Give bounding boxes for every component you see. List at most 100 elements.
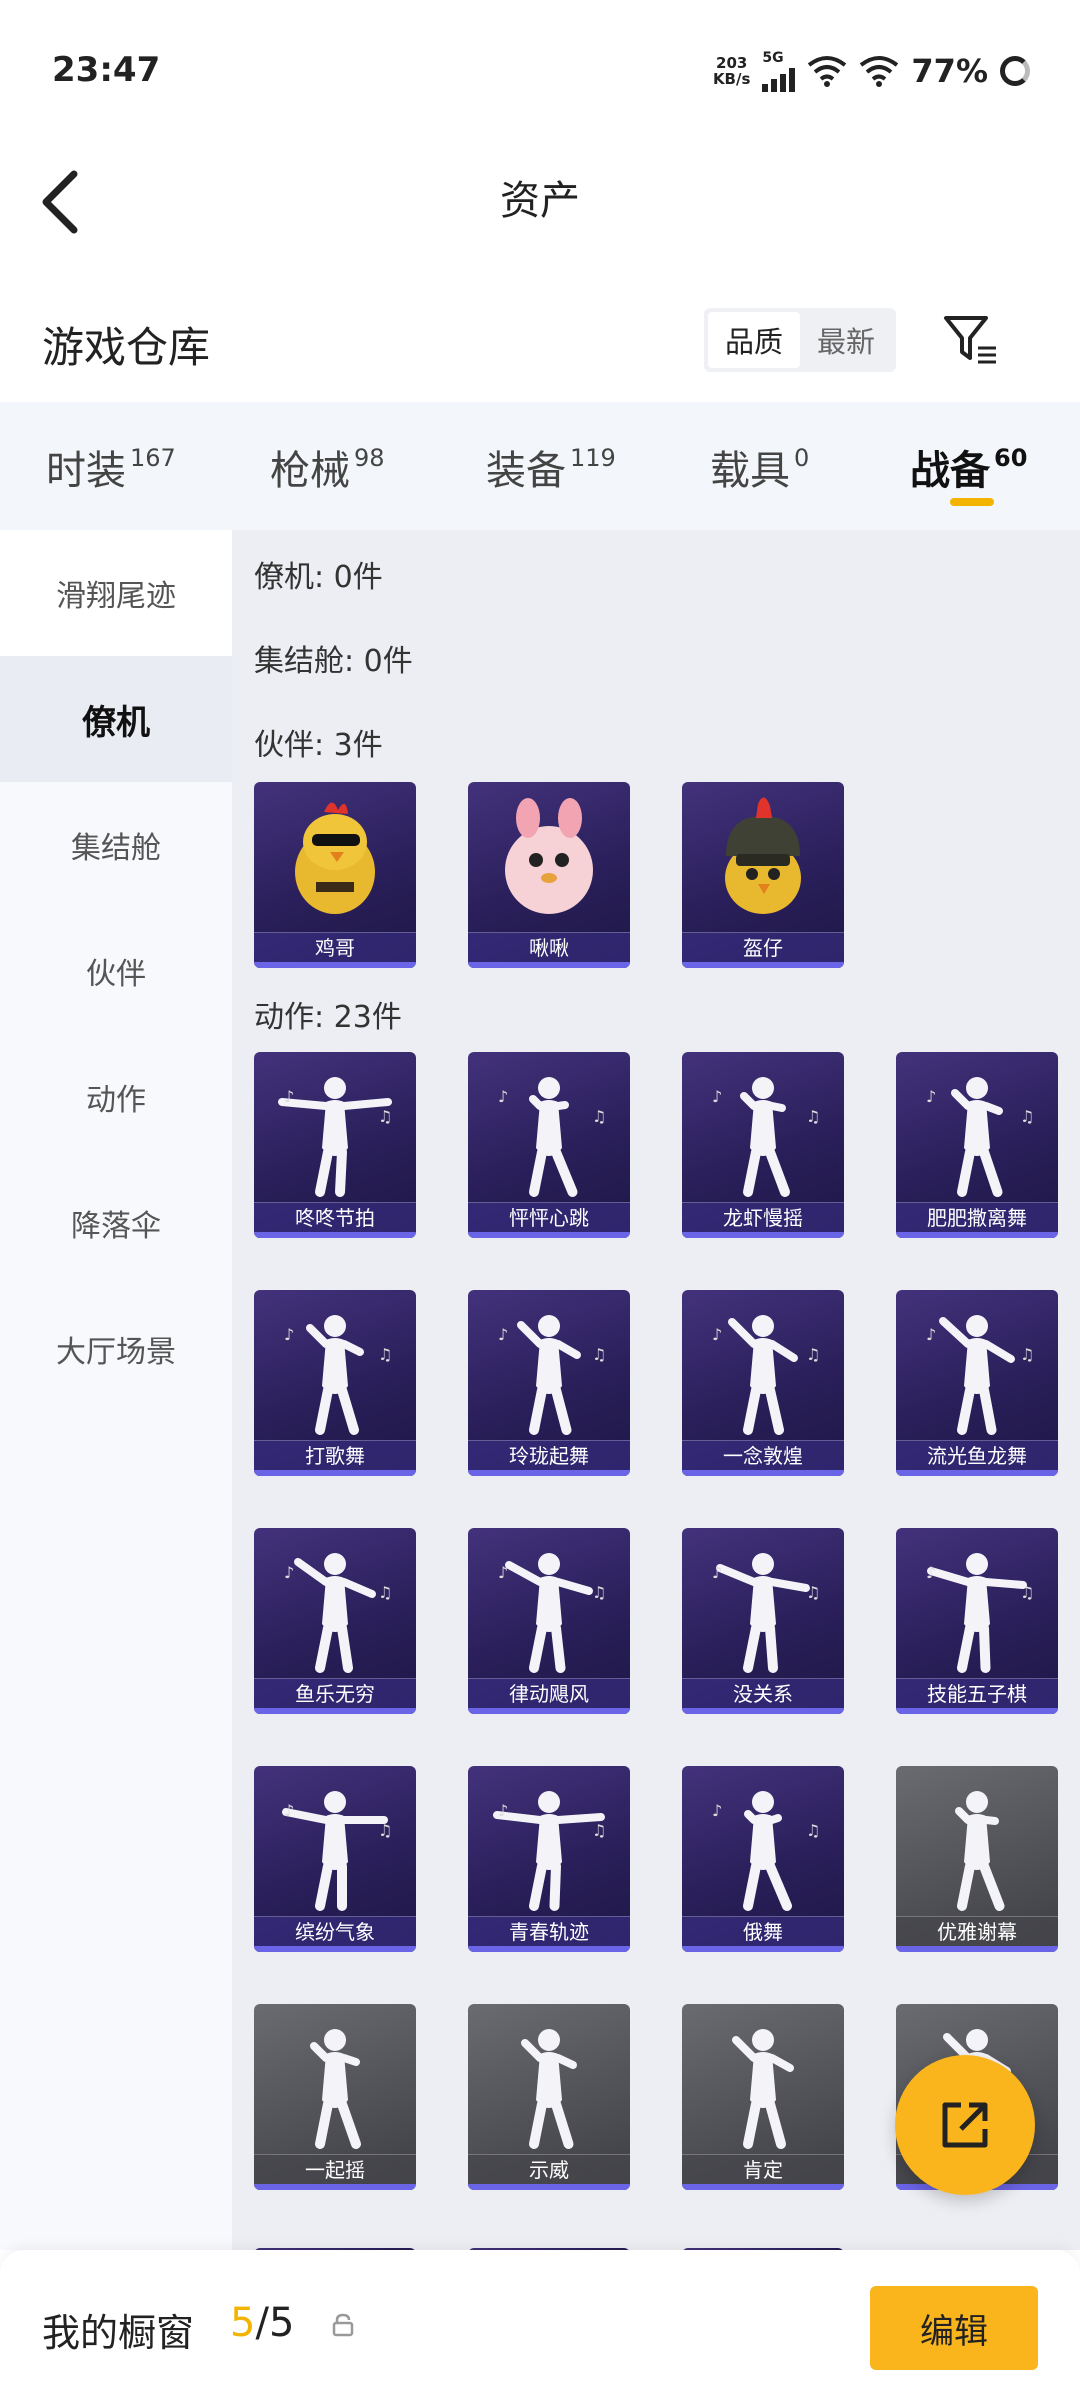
- svg-text:♪: ♪: [926, 1563, 936, 1582]
- svg-text:♫: ♫: [592, 1583, 606, 1602]
- sidebar-item-companion[interactable]: 伙伴: [0, 908, 232, 1034]
- svg-text:♫: ♫: [806, 1107, 820, 1126]
- emote-card[interactable]: 示威: [468, 2004, 630, 2190]
- sort-toggle: 品质 最新: [704, 308, 896, 372]
- tab-count: 0: [794, 443, 810, 472]
- tab-label: 装备: [486, 448, 566, 494]
- svg-text:♫: ♫: [592, 1821, 606, 1840]
- emote-card[interactable]: ♪ ♫ 青春轨迹: [468, 1766, 630, 1952]
- svg-text:♫: ♫: [378, 1345, 392, 1364]
- signal-bars-icon: [762, 66, 796, 92]
- svg-text:♪: ♪: [498, 1801, 508, 1820]
- companion-card[interactable]: 啾啾: [468, 782, 630, 968]
- share-external-icon: [942, 2102, 988, 2148]
- sidebar-item-emote[interactable]: 动作: [0, 1034, 232, 1160]
- tab-count: 167: [130, 443, 176, 472]
- net-speed-value: 203: [716, 54, 748, 72]
- emote-card[interactable]: ♪ ♫ 一念敦煌: [682, 1290, 844, 1476]
- battery-percent: 77%: [911, 52, 988, 90]
- emote-name: 示威: [468, 2154, 630, 2184]
- svg-text:♫: ♫: [1020, 1345, 1034, 1364]
- section-wingman-count: 僚机: 0件: [254, 560, 383, 595]
- status-time: 23:47: [52, 50, 161, 90]
- companion-name: 鸡哥: [254, 932, 416, 962]
- showcase-count-current: 5: [230, 2300, 256, 2346]
- net-speed-unit: KB/s: [712, 70, 751, 88]
- emote-card[interactable]: 优雅谢幕: [896, 1766, 1058, 1952]
- emote-card[interactable]: ♪ ♫ 龙虾慢摇: [682, 1052, 844, 1238]
- sort-newest-button[interactable]: 最新: [800, 312, 892, 368]
- companion-card[interactable]: 盔仔: [682, 782, 844, 968]
- companion-card[interactable]: 鸡哥: [254, 782, 416, 968]
- svg-text:♪: ♪: [498, 1563, 508, 1582]
- svg-text:♪: ♪: [926, 1087, 936, 1106]
- network-type: 5G: [762, 50, 784, 66]
- tab-vehicles[interactable]: 载具 0: [710, 438, 809, 496]
- emote-card[interactable]: ♪ ♫ 怦怦心跳: [468, 1052, 630, 1238]
- svg-text:♪: ♪: [284, 1087, 294, 1106]
- filter-icon[interactable]: [940, 310, 1000, 370]
- emote-name: 一念敦煌: [682, 1440, 844, 1470]
- emote-card[interactable]: ♪ ♫ 咚咚节拍: [254, 1052, 416, 1238]
- showcase-label: 我的橱窗: [42, 2311, 195, 2355]
- lock-icon: [332, 2313, 354, 2337]
- dancer-figure-icon: ♪♫: [712, 1553, 820, 1673]
- emote-card[interactable]: ♪ ♫ 没关系: [682, 1528, 844, 1714]
- emote-card[interactable]: 肯定: [682, 2004, 844, 2190]
- dancer-figure-icon: ♪♫: [498, 1077, 606, 1197]
- svg-text:♫: ♫: [592, 1345, 606, 1364]
- sidebar-item-lobby-scene[interactable]: 大厅场景: [0, 1286, 232, 1412]
- emote-name: 优雅谢幕: [896, 1916, 1058, 1946]
- edit-button[interactable]: 编辑: [870, 2286, 1038, 2370]
- tab-count: 98: [354, 443, 385, 472]
- dancer-figure-icon: ♪♫: [926, 1077, 1034, 1197]
- svg-text:♪: ♪: [926, 1325, 936, 1344]
- sort-quality-button[interactable]: 品质: [708, 312, 800, 368]
- section-companion-count: 伙伴: 3件: [254, 728, 383, 763]
- emote-name: 鱼乐无穷: [254, 1678, 416, 1708]
- emote-name: 打歌舞: [254, 1440, 416, 1470]
- tab-guns[interactable]: 枪械 98: [270, 438, 385, 496]
- emote-card[interactable]: ♪ ♫ 打歌舞: [254, 1290, 416, 1476]
- tab-combat-gear[interactable]: 战备 60: [910, 438, 1027, 496]
- dancer-figure-icon: ♪♫: [712, 1791, 820, 1911]
- share-float-button[interactable]: [895, 2055, 1035, 2195]
- emote-card[interactable]: ♪ ♫ 流光鱼龙舞: [896, 1290, 1058, 1476]
- status-bar: 23:47 203 KB/s 5G 77%: [0, 0, 1080, 140]
- svg-text:♫: ♫: [592, 1107, 606, 1126]
- dancer-figure-icon: ♪♫: [926, 1553, 1034, 1673]
- emote-card[interactable]: ♪ ♫ 缤纷气象: [254, 1766, 416, 1952]
- svg-text:♪: ♪: [284, 1325, 294, 1344]
- emote-card[interactable]: ♪ ♫ 俄舞: [682, 1766, 844, 1952]
- wifi-icon-2: [860, 56, 899, 87]
- showcase-count: 5/5: [230, 2300, 294, 2346]
- emote-name: 没关系: [682, 1678, 844, 1708]
- emote-card[interactable]: ♪ ♫ 律动飓风: [468, 1528, 630, 1714]
- emote-card[interactable]: ♪ ♫ 鱼乐无穷: [254, 1528, 416, 1714]
- emote-name: 流光鱼龙舞: [896, 1440, 1058, 1470]
- dancer-figure-icon: [521, 2029, 577, 2149]
- sidebar-item-rally-pod[interactable]: 集结舱: [0, 782, 232, 908]
- sidebar-item-wingman[interactable]: 僚机: [0, 656, 232, 782]
- svg-text:♫: ♫: [1020, 1107, 1034, 1126]
- dancer-figure-icon: ♪♫: [926, 1315, 1034, 1435]
- showcase-bar: 我的橱窗 5/5 编辑: [0, 2250, 1080, 2400]
- tab-count: 119: [570, 443, 616, 472]
- emote-card[interactable]: ♪ ♫ 技能五子棋: [896, 1528, 1058, 1714]
- emote-name: 缤纷气象: [254, 1916, 416, 1946]
- emote-card[interactable]: 一起摇: [254, 2004, 416, 2190]
- emote-name: 怦怦心跳: [468, 1202, 630, 1232]
- tab-count: 60: [994, 443, 1028, 472]
- showcase-count-total: 5: [268, 2300, 295, 2346]
- sidebar-item-parachute[interactable]: 降落伞: [0, 1160, 232, 1286]
- emote-card[interactable]: ♪ ♫ 玲珑起舞: [468, 1290, 630, 1476]
- emote-name: 俄舞: [682, 1916, 844, 1946]
- sidebar-item-glide-trail[interactable]: 滑翔尾迹: [0, 530, 232, 656]
- section-rally-pod-count: 集结舱: 0件: [254, 644, 413, 679]
- svg-text:♪: ♪: [712, 1801, 722, 1820]
- net-speed: 203 KB/s: [713, 55, 750, 87]
- dancer-figure-icon: [310, 2029, 361, 2149]
- emote-card[interactable]: ♪ ♫ 肥肥撒离舞: [896, 1052, 1058, 1238]
- tab-equipment[interactable]: 装备 119: [486, 438, 616, 496]
- tab-fashion[interactable]: 时装 167: [46, 438, 176, 496]
